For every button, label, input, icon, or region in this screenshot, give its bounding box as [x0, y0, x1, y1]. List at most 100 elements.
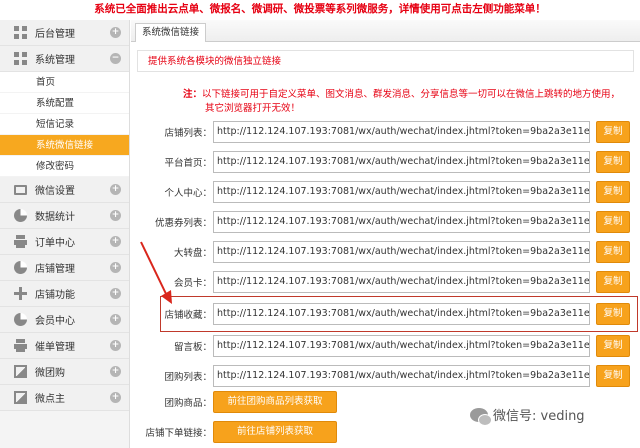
link-label: 优惠券列表：: [154, 218, 212, 229]
link-row-lucky-wheel: 大转盘： http://112.124.107.193:7081/wx/auth…: [131, 240, 640, 264]
wechat-watermark: 微信号: veding: [470, 405, 585, 426]
submenu-item-config[interactable]: 系统配置: [0, 93, 129, 114]
expand-plus-icon[interactable]: +: [110, 210, 121, 221]
pie-chart-icon: [14, 313, 27, 326]
sidebar-item-label: 数据统计: [35, 212, 75, 223]
link-row-member-card: 会员卡： http://112.124.107.193:7081/wx/auth…: [131, 270, 640, 294]
goto-group-goods-button[interactable]: 前往团购商品列表获取: [213, 391, 337, 413]
plus-icon: [14, 287, 27, 300]
link-row-platform-home: 平台首页： http://112.124.107.193:7081/wx/aut…: [131, 150, 640, 174]
copy-button[interactable]: 复制: [596, 181, 630, 203]
link-row-coupon-list: 优惠券列表： http://112.124.107.193:7081/wx/au…: [131, 210, 640, 234]
sidebar-item-label: 后台管理: [35, 29, 75, 40]
link-label: 大转盘：: [173, 248, 212, 259]
top-notice: 系统已全面推出云点单、微报名、微调研、微投票等系列微服务，详情使用可点击左侧功能…: [94, 3, 546, 15]
expand-plus-icon[interactable]: +: [110, 366, 121, 377]
image-icon: [14, 365, 27, 378]
copy-button[interactable]: 复制: [596, 211, 630, 233]
sidebar-item-reminders[interactable]: 催单管理 +: [0, 333, 129, 359]
printer-icon: [14, 235, 27, 248]
copy-button[interactable]: 复制: [596, 241, 630, 263]
link-row-group-buy-list: 团购列表： http://112.124.107.193:7081/wx/aut…: [131, 364, 640, 388]
url-field[interactable]: http://112.124.107.193:7081/wx/auth/wech…: [213, 271, 590, 293]
link-label: 平台首页：: [164, 158, 212, 169]
link-label: 留言板：: [173, 342, 212, 353]
action-label: 店铺下单链接：: [145, 428, 212, 439]
sidebar-item-store-features[interactable]: 店铺功能 +: [0, 281, 129, 307]
sidebar-item-system[interactable]: 系统管理 −: [0, 46, 129, 72]
link-row-store-list: 店铺列表： http://112.124.107.193:7081/wx/aut…: [131, 120, 640, 144]
sidebar-item-store-mgmt[interactable]: 店铺管理 +: [0, 255, 129, 281]
main-panel: 系统微信链接 提供系统各模块的微信独立链接 注：以下链接可用于自定义菜单、图文消…: [131, 20, 640, 448]
expand-plus-icon[interactable]: +: [110, 288, 121, 299]
printer-icon: [14, 339, 27, 352]
expand-plus-icon[interactable]: +: [110, 340, 121, 351]
expand-plus-icon[interactable]: +: [110, 314, 121, 325]
expand-plus-icon[interactable]: +: [110, 392, 121, 403]
link-row-message-board: 留言板： http://112.124.107.193:7081/wx/auth…: [131, 334, 640, 358]
copy-button[interactable]: 复制: [596, 335, 630, 357]
submenu-item-home[interactable]: 首页: [0, 72, 129, 93]
action-label: 团购商品：: [164, 398, 212, 409]
grid-icon: [14, 26, 27, 39]
link-label: 团购列表：: [164, 372, 212, 383]
sidebar: 后台管理 + 系统管理 − 首页 系统配置 短信记录 系统微信链接 修改密码 微…: [0, 20, 130, 448]
sidebar-item-statistics[interactable]: 数据统计 +: [0, 203, 129, 229]
tab-bar: 系统微信链接: [131, 20, 640, 42]
url-field[interactable]: http://112.124.107.193:7081/wx/auth/wech…: [213, 121, 590, 143]
sidebar-item-label: 微团购: [35, 368, 65, 379]
url-field[interactable]: http://112.124.107.193:7081/wx/auth/wech…: [213, 303, 590, 325]
watermark-text: 微信号: veding: [493, 409, 585, 424]
sidebar-item-label: 店铺管理: [35, 264, 75, 275]
link-label: 会员卡：: [173, 278, 212, 289]
usage-note: 注：以下链接可用于自定义菜单、图文消息、群发消息、分享信息等一切可以在微信上跳转…: [183, 88, 623, 116]
copy-button[interactable]: 复制: [596, 271, 630, 293]
collapse-minus-icon[interactable]: −: [110, 53, 121, 64]
pie-chart-icon: [14, 261, 27, 274]
link-label: 个人中心：: [164, 188, 212, 199]
copy-button[interactable]: 复制: [596, 121, 630, 143]
url-field[interactable]: http://112.124.107.193:7081/wx/auth/wech…: [213, 151, 590, 173]
expand-plus-icon[interactable]: +: [110, 236, 121, 247]
description-bar: 提供系统各模块的微信独立链接: [137, 50, 634, 72]
mail-icon: [14, 185, 27, 195]
sidebar-item-wechat-settings[interactable]: 微信设置 +: [0, 177, 129, 203]
link-label: 店铺列表：: [164, 128, 212, 139]
sidebar-item-group-buy[interactable]: 微团购 +: [0, 359, 129, 385]
sidebar-item-micro-shop[interactable]: 微点主 +: [0, 385, 129, 411]
sidebar-item-label: 微信设置: [35, 186, 75, 197]
red-arrow-annotation: [140, 241, 172, 304]
link-label: 店铺收藏：: [164, 310, 212, 321]
link-row-personal-center: 个人中心： http://112.124.107.193:7081/wx/aut…: [131, 180, 640, 204]
sidebar-item-label: 系统管理: [35, 55, 75, 66]
copy-button[interactable]: 复制: [596, 151, 630, 173]
sidebar-item-members[interactable]: 会员中心 +: [0, 307, 129, 333]
tab-wechat-links[interactable]: 系统微信链接: [135, 23, 207, 42]
sidebar-item-label: 订单中心: [35, 238, 75, 249]
url-field[interactable]: http://112.124.107.193:7081/wx/auth/wech…: [213, 365, 590, 387]
copy-button[interactable]: 复制: [596, 303, 630, 325]
expand-plus-icon[interactable]: +: [110, 27, 121, 38]
copy-button[interactable]: 复制: [596, 365, 630, 387]
goto-store-list-button[interactable]: 前往店铺列表获取: [213, 421, 337, 443]
system-submenu: 首页 系统配置 短信记录 系统微信链接 修改密码: [0, 72, 129, 177]
submenu-item-sms[interactable]: 短信记录: [0, 114, 129, 135]
sidebar-item-label: 店铺功能: [35, 290, 75, 301]
sidebar-item-orders[interactable]: 订单中心 +: [0, 229, 129, 255]
submenu-item-password[interactable]: 修改密码: [0, 156, 129, 177]
expand-plus-icon[interactable]: +: [110, 262, 121, 273]
grid-icon: [14, 52, 27, 65]
submenu-item-wechat-links[interactable]: 系统微信链接: [0, 135, 129, 156]
wechat-icon: [470, 407, 492, 426]
url-field[interactable]: http://112.124.107.193:7081/wx/auth/wech…: [213, 241, 590, 263]
url-field[interactable]: http://112.124.107.193:7081/wx/auth/wech…: [213, 181, 590, 203]
url-field[interactable]: http://112.124.107.193:7081/wx/auth/wech…: [213, 335, 590, 357]
note-lead: 注：: [183, 89, 203, 100]
sidebar-item-label: 会员中心: [35, 316, 75, 327]
link-row-store-favorites: 店铺收藏： http://112.124.107.193:7081/wx/aut…: [131, 296, 640, 332]
note-line-2: 其它浏览器打开无效！: [205, 103, 301, 114]
expand-plus-icon[interactable]: +: [110, 184, 121, 195]
sidebar-item-backend[interactable]: 后台管理 +: [0, 20, 129, 46]
sidebar-item-label: 微点主: [35, 394, 65, 405]
url-field[interactable]: http://112.124.107.193:7081/wx/auth/wech…: [213, 211, 590, 233]
